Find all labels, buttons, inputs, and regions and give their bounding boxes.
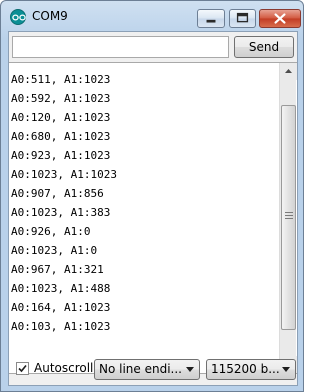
output-lines: A0:511, A1:1023 A0:592, A1:1023 A0:120, … bbox=[11, 70, 279, 336]
chevron-down-icon bbox=[186, 367, 194, 372]
status-bar: Autoscroll No line endi... 115200 b... bbox=[9, 354, 297, 384]
baud-rate-value: 115200 b... bbox=[211, 362, 280, 376]
window-title: COM9 bbox=[32, 9, 68, 23]
output-line: A0:680, A1:1023 bbox=[11, 130, 111, 143]
serial-monitor-body: Send A0:511, A1:1023 A0:592, A1:1023 A0:… bbox=[8, 31, 298, 386]
arrow-up-icon bbox=[285, 69, 292, 73]
minimize-button[interactable] bbox=[197, 9, 225, 28]
output-line: A0:103, A1:1023 bbox=[11, 320, 111, 333]
output-line: A0:926, A1:0 bbox=[11, 225, 91, 238]
chevron-down-icon bbox=[282, 367, 290, 372]
output-line: A0:1023, A1:1023 bbox=[11, 168, 117, 181]
close-button[interactable] bbox=[259, 9, 301, 28]
minimize-icon bbox=[206, 19, 216, 23]
arduino-logo-icon bbox=[10, 9, 26, 25]
title-bar[interactable]: COM9 bbox=[1, 1, 303, 31]
checkmark-icon bbox=[18, 364, 27, 373]
send-button[interactable]: Send bbox=[234, 36, 294, 58]
serial-output[interactable]: A0:511, A1:1023 A0:592, A1:1023 A0:120, … bbox=[9, 62, 297, 374]
output-line: A0:1023, A1:488 bbox=[11, 282, 111, 295]
output-line: A0:907, A1:856 bbox=[11, 187, 104, 200]
send-input[interactable] bbox=[12, 36, 229, 58]
autoscroll-label: Autoscroll bbox=[34, 361, 94, 375]
serial-monitor-window: COM9 Send A0:511, A1:1023 A0:592, A1:102… bbox=[0, 0, 304, 392]
autoscroll-checkbox[interactable] bbox=[16, 362, 29, 375]
output-line: A0:511, A1:1023 bbox=[11, 73, 111, 86]
maximize-button[interactable] bbox=[229, 9, 256, 28]
output-line: A0:120, A1:1023 bbox=[11, 111, 111, 124]
close-icon bbox=[274, 13, 286, 24]
maximize-icon bbox=[236, 12, 249, 23]
output-line: A0:967, A1:321 bbox=[11, 263, 104, 276]
output-line: A0:1023, A1:0 bbox=[11, 244, 98, 257]
vertical-scrollbar[interactable] bbox=[279, 63, 297, 373]
output-line: A0:1023, A1:383 bbox=[11, 206, 111, 219]
output-line: A0:923, A1:1023 bbox=[11, 149, 111, 162]
line-ending-value: No line endi... bbox=[99, 362, 182, 376]
grip-icon bbox=[285, 212, 293, 219]
output-line: A0:592, A1:1023 bbox=[11, 92, 111, 105]
scroll-up-button[interactable] bbox=[280, 63, 297, 80]
line-ending-select[interactable]: No line endi... bbox=[94, 359, 200, 380]
output-line: A0:164, A1:1023 bbox=[11, 301, 111, 314]
scrollbar-thumb[interactable] bbox=[281, 105, 296, 330]
baud-rate-select[interactable]: 115200 b... bbox=[206, 359, 296, 380]
